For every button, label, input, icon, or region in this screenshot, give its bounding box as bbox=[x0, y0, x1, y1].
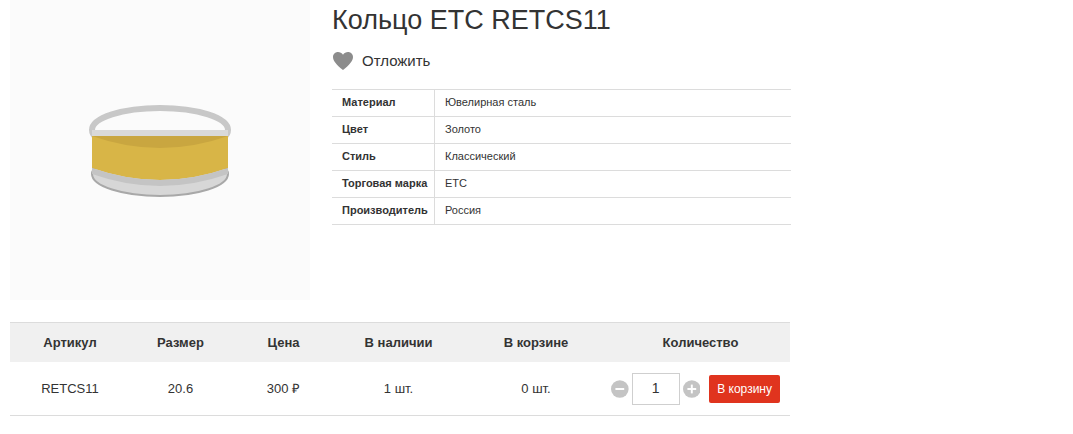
spec-value: Золото bbox=[435, 117, 481, 143]
size-cell: 20.6 bbox=[130, 362, 231, 415]
spec-label: Стиль bbox=[332, 144, 435, 170]
table-header: АртикулРазмерЦенаВ наличииВ корзинеКолич… bbox=[10, 322, 790, 362]
stock-cell: 1 шт. bbox=[336, 362, 461, 415]
column-header: В корзине bbox=[461, 323, 611, 362]
specs-table: МатериалЮвелирная стальЦветЗолотоСтильКл… bbox=[332, 89, 791, 225]
minus-icon[interactable] bbox=[611, 380, 629, 398]
favorite-button[interactable]: Отложить bbox=[332, 50, 791, 73]
spec-row: ПроизводительРоссия bbox=[332, 198, 791, 225]
column-header: Цена bbox=[231, 323, 336, 362]
column-header: Размер bbox=[130, 323, 231, 362]
spec-label: Торговая марка bbox=[332, 171, 435, 197]
spec-row: СтильКлассический bbox=[332, 144, 791, 171]
ring-icon bbox=[70, 90, 250, 210]
quantity-input[interactable]: 1 bbox=[632, 373, 680, 405]
spec-value: Ювелирная сталь bbox=[435, 90, 536, 116]
spec-row: МатериалЮвелирная сталь bbox=[332, 90, 791, 117]
spec-label: Производитель bbox=[332, 198, 435, 224]
product-page: Кольцо ETC RETCS11 Отложить МатериалЮвелир… bbox=[0, 0, 1073, 434]
product-info: Кольцо ETC RETCS11 Отложить МатериалЮвелир… bbox=[332, 0, 791, 300]
plus-icon[interactable] bbox=[683, 380, 701, 398]
column-header: В наличии bbox=[336, 323, 461, 362]
column-header: Количество bbox=[611, 323, 790, 362]
spec-row: ЦветЗолото bbox=[332, 117, 791, 144]
offers-table: АртикулРазмерЦенаВ наличииВ корзинеКолич… bbox=[10, 322, 790, 416]
cart-cell: 0 шт. bbox=[461, 362, 611, 415]
article-cell: RETCS11 bbox=[10, 362, 130, 415]
quantity-cell: 1 В корзину bbox=[611, 362, 790, 415]
product-photo bbox=[10, 0, 310, 300]
spec-row: Торговая маркаETC bbox=[332, 171, 791, 198]
spec-value: Россия bbox=[435, 198, 481, 224]
product-title: Кольцо ETC RETCS11 bbox=[332, 2, 791, 38]
spec-value: Классический bbox=[435, 144, 516, 170]
spec-label: Цвет bbox=[332, 117, 435, 143]
spec-value: ETC bbox=[435, 171, 467, 197]
spec-label: Материал bbox=[332, 90, 435, 116]
heart-icon bbox=[332, 51, 354, 71]
price-cell: 300 ₽ bbox=[231, 362, 336, 415]
table-row: RETCS1120.6300 ₽1 шт.0 шт. 1 В корзину bbox=[10, 362, 790, 416]
column-header: Артикул bbox=[10, 323, 130, 362]
add-to-cart-button[interactable]: В корзину bbox=[709, 375, 780, 403]
